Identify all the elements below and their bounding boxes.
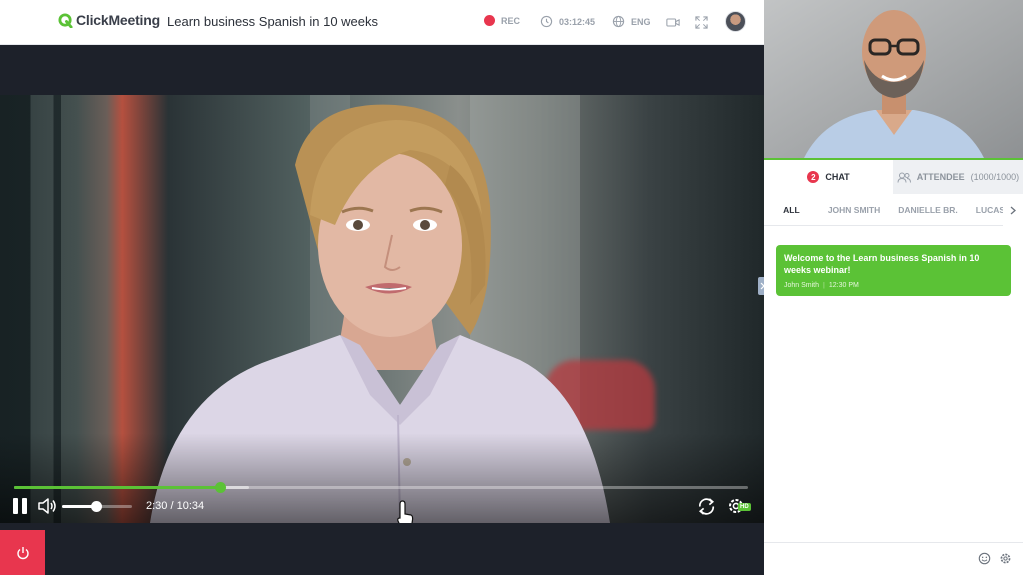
leave-session-button[interactable] bbox=[0, 530, 45, 575]
message-time: 12:30 PM bbox=[828, 282, 859, 289]
webinar-title: Learn business Spanish in 10 weeks bbox=[167, 14, 379, 29]
emoji-icon[interactable] bbox=[978, 552, 991, 565]
rec-label: REC bbox=[501, 15, 521, 26]
tab-attendee-label: ATTENDEE bbox=[916, 172, 965, 182]
filters-scroll-right[interactable] bbox=[1003, 194, 1023, 226]
rec-indicator[interactable]: REC bbox=[484, 15, 520, 26]
volume-slider[interactable] bbox=[62, 501, 132, 512]
user-avatar[interactable] bbox=[725, 11, 746, 32]
power-icon bbox=[16, 546, 29, 559]
message-text: Welcome to the Learn business Spanish in… bbox=[784, 253, 980, 275]
bottom-toolbar bbox=[0, 523, 764, 575]
chat-message: Welcome to the Learn business Spanish in… bbox=[776, 245, 1011, 296]
side-panel: 2 CHAT ATTENDEE (1000/1000) ALL JOHN SMI… bbox=[764, 0, 1023, 575]
language-selector[interactable]: ENG bbox=[612, 15, 651, 28]
chat-unread-badge: 2 bbox=[807, 171, 820, 183]
volume-thumb[interactable] bbox=[90, 501, 102, 512]
clickmeeting-logo[interactable]: ClickMeeting bbox=[58, 12, 160, 28]
attendee-count: (1000/1000) bbox=[970, 172, 1020, 182]
users-icon bbox=[897, 172, 911, 183]
timer-value: 03:12:45 bbox=[559, 16, 596, 27]
stage-header-strip bbox=[0, 45, 764, 95]
filter-danielle[interactable]: DANIELLE BR. bbox=[889, 194, 967, 225]
seek-progress bbox=[14, 486, 220, 489]
hd-badge: HD bbox=[738, 503, 751, 511]
fullscreen-icon[interactable] bbox=[695, 16, 708, 29]
pause-button[interactable] bbox=[13, 498, 27, 514]
panel-tabs: 2 CHAT ATTENDEE (1000/1000) bbox=[764, 160, 1023, 194]
chat-filter-tabs: ALL JOHN SMITH DANIELLE BR. LUCAS G bbox=[764, 194, 1023, 226]
tab-chat[interactable]: 2 CHAT bbox=[764, 160, 893, 194]
clock-icon bbox=[540, 15, 553, 28]
record-dot-icon bbox=[484, 15, 495, 26]
globe-icon bbox=[612, 15, 625, 28]
time-display: 2:30 / 10:34 bbox=[146, 500, 205, 512]
top-bar: ClickMeeting Learn business Spanish in 1… bbox=[0, 0, 764, 45]
host-webcam bbox=[764, 0, 1023, 158]
controls-overlay bbox=[0, 433, 764, 523]
language-label: ENG bbox=[631, 16, 651, 27]
camera-icon[interactable] bbox=[666, 16, 680, 29]
tab-chat-label: CHAT bbox=[825, 172, 850, 182]
chevron-right-icon bbox=[1010, 206, 1016, 214]
pause-icon bbox=[22, 498, 27, 514]
tab-attendee[interactable]: ATTENDEE (1000/1000) bbox=[893, 160, 1023, 194]
message-meta: John Smith | 12:30 PM bbox=[784, 282, 1003, 289]
video-player[interactable] bbox=[0, 95, 764, 523]
filter-john-smith[interactable]: JOHN SMITH bbox=[819, 194, 889, 225]
volume-icon[interactable] bbox=[37, 497, 57, 515]
loop-icon[interactable] bbox=[696, 496, 717, 517]
meta-separator: | bbox=[823, 282, 825, 289]
gear-icon[interactable] bbox=[999, 552, 1012, 565]
brand-name: ClickMeeting bbox=[76, 12, 160, 28]
seek-thumb[interactable] bbox=[214, 482, 226, 493]
filter-all[interactable]: ALL bbox=[764, 194, 828, 225]
pause-icon bbox=[13, 498, 18, 514]
logo-icon bbox=[58, 12, 73, 28]
session-timer: 03:12:45 bbox=[540, 15, 595, 28]
seek-bar[interactable] bbox=[14, 482, 748, 493]
message-author: John Smith bbox=[784, 282, 820, 289]
